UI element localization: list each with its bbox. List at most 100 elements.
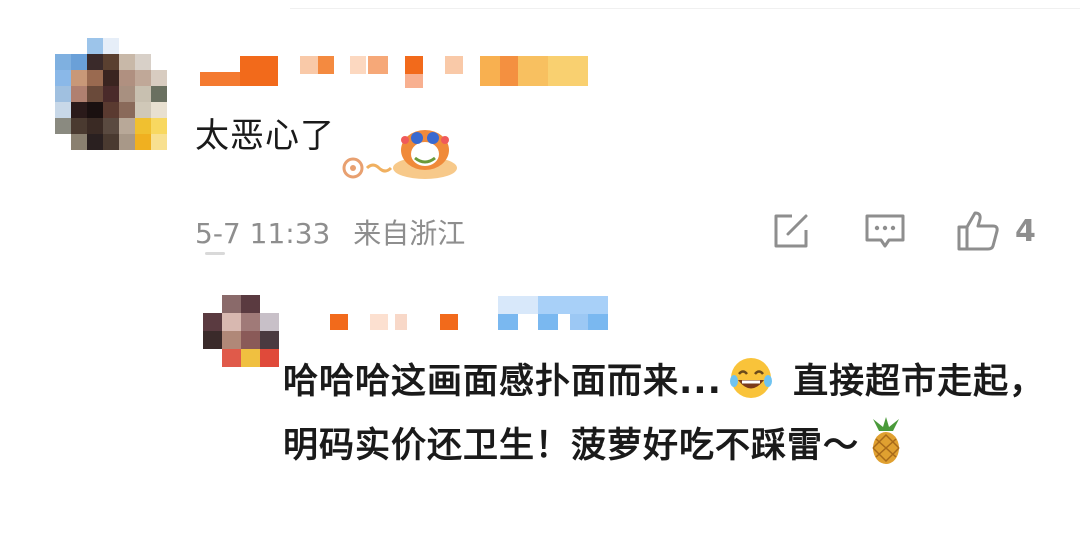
avatar-pixel — [71, 54, 87, 70]
avatar-pixel — [151, 118, 167, 134]
avatar-pixel — [241, 349, 260, 367]
username-pixel — [498, 296, 538, 314]
comment-text: 太恶心了 — [195, 116, 335, 156]
username-pixel — [240, 56, 278, 86]
avatar-pixel — [135, 54, 151, 70]
avatar-pixel — [151, 102, 167, 118]
divider — [205, 252, 225, 255]
username-pixel — [395, 314, 407, 330]
username-pixel — [318, 56, 334, 74]
avatar-pixel — [55, 150, 71, 166]
avatar-pixel — [151, 150, 167, 166]
username-pixel — [518, 56, 548, 86]
share-button[interactable] — [770, 210, 812, 252]
reply-text-part1: 哈哈哈这画面感扑面而来... — [283, 362, 722, 402]
avatar-pixel — [119, 150, 135, 166]
avatar-pixel — [103, 118, 119, 134]
comment-button[interactable] — [863, 210, 907, 252]
like-count: 4 — [1015, 213, 1036, 249]
username-pixel — [588, 314, 608, 330]
avatar-pixel — [203, 331, 222, 349]
username-pixel — [440, 314, 458, 330]
avatar-pixel — [135, 134, 151, 150]
avatar-pixel — [241, 331, 260, 349]
avatar-pixel — [103, 70, 119, 86]
avatar-pixel — [151, 134, 167, 150]
avatar-pixel — [55, 86, 71, 102]
reply-text: 哈哈哈这画面感扑面而来... 直接超市走起，明码实价还卫生！菠萝好吃不踩雷～ — [283, 350, 1053, 478]
avatar-pixel — [222, 313, 241, 331]
avatar-pixel — [71, 118, 87, 134]
avatar-pixel — [119, 86, 135, 102]
username-pixel — [480, 56, 500, 86]
avatar-pixel — [119, 54, 135, 70]
username-pixel — [370, 314, 388, 330]
username-pixel — [538, 314, 558, 330]
avatar-pixel — [87, 38, 103, 54]
avatar-pixel — [87, 54, 103, 70]
username-pixel — [445, 56, 463, 74]
comment-meta: 5-7 11:33 来自浙江 — [195, 212, 465, 252]
avatar-pixel — [87, 86, 103, 102]
location: 来自浙江 — [353, 217, 466, 250]
username-pixel — [538, 296, 608, 314]
avatar-pixel — [71, 102, 87, 118]
avatar-pixel — [135, 118, 151, 134]
username-pixel — [570, 314, 588, 330]
avatar-pixel — [71, 86, 87, 102]
username-pixel — [405, 56, 423, 74]
avatar-pixel — [151, 86, 167, 102]
avatar-pixel — [241, 313, 260, 331]
avatar-pixel — [71, 38, 87, 54]
avatar-pixel — [71, 70, 87, 86]
avatar-pixel — [71, 150, 87, 166]
avatar-pixel — [55, 102, 71, 118]
avatar-pixel — [222, 331, 241, 349]
timestamp: 5-7 11:33 — [195, 217, 331, 250]
avatar-pixel — [87, 134, 103, 150]
avatar-pixel — [87, 70, 103, 86]
avatar-pixel — [55, 54, 71, 70]
username-pixel — [350, 56, 366, 74]
avatar-pixel — [135, 150, 151, 166]
avatar-pixel — [203, 295, 222, 313]
laughing-tears-emoji — [729, 358, 772, 398]
avatar-pixel — [151, 38, 167, 54]
like-icon — [957, 211, 999, 251]
avatar-pixel — [103, 134, 119, 150]
username-pixel — [500, 56, 518, 86]
avatar-pixel — [87, 150, 103, 166]
username-pixel — [548, 56, 588, 86]
avatar-pixel — [260, 349, 279, 367]
share-icon — [774, 214, 808, 248]
like-button[interactable]: 4 — [955, 210, 1036, 252]
avatar-pixel — [119, 118, 135, 134]
avatar-pixel — [135, 70, 151, 86]
username-pixel — [405, 74, 423, 88]
comment-icon — [865, 214, 905, 248]
username-pixel — [498, 314, 518, 330]
avatar-pixel — [241, 295, 260, 313]
avatar-pixel — [87, 118, 103, 134]
avatar-pixel — [87, 102, 103, 118]
top-separator — [290, 8, 1080, 9]
reply-avatar[interactable] — [203, 295, 279, 367]
avatar-pixel — [135, 38, 151, 54]
avatar-pixel — [260, 313, 279, 331]
avatar-pixel — [103, 54, 119, 70]
avatar-pixel — [151, 54, 167, 70]
avatar-pixel — [135, 102, 151, 118]
avatar-pixel — [119, 38, 135, 54]
avatar-pixel — [119, 134, 135, 150]
avatar-pixel — [103, 102, 119, 118]
avatar[interactable] — [55, 38, 167, 166]
username-pixel — [300, 56, 318, 74]
avatar-pixel — [260, 295, 279, 313]
avatar-pixel — [55, 134, 71, 150]
sticker-icon — [342, 130, 457, 179]
username-pixel — [330, 314, 348, 330]
avatar-pixel — [222, 349, 241, 367]
avatar-pixel — [55, 70, 71, 86]
avatar-pixel — [222, 295, 241, 313]
avatar-pixel — [135, 86, 151, 102]
